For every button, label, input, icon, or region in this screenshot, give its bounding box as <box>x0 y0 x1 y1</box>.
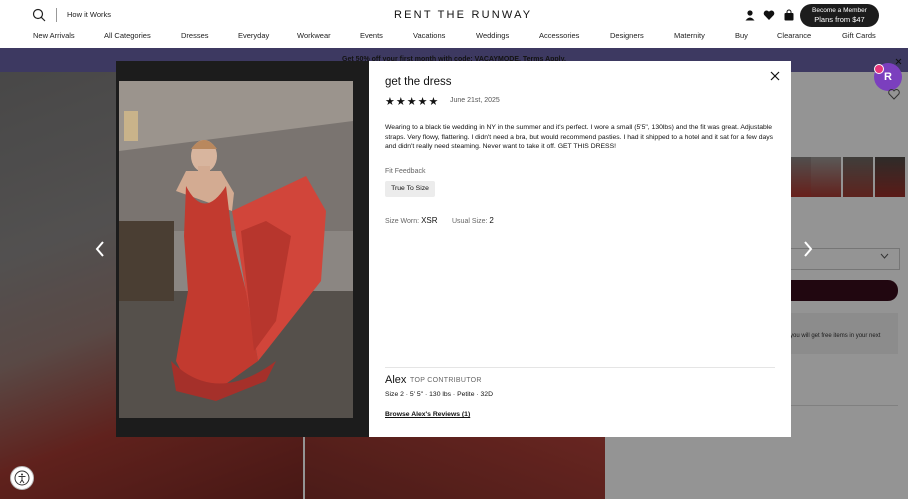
nav-maternity[interactable]: Maternity <box>674 31 705 40</box>
site-logo[interactable]: RENT THE RUNWAY <box>394 9 532 21</box>
nav-weddings[interactable]: Weddings <box>476 31 509 40</box>
review-title: get the dress <box>385 76 452 88</box>
fit-feedback-label: Fit Feedback <box>385 168 426 175</box>
browse-reviews-link[interactable]: Browse Alex's Reviews (1) <box>385 411 470 418</box>
search-icon[interactable] <box>32 8 46 22</box>
nav-vacations[interactable]: Vacations <box>413 31 445 40</box>
nav-everyday[interactable]: Everyday <box>238 31 269 40</box>
size-worn-value: XSR <box>421 216 438 225</box>
review-modal: get the dress ★★★★★ June 21st, 2025 Wear… <box>116 61 791 437</box>
nav-accessories[interactable]: Accessories <box>539 31 579 40</box>
usual-size-label: Usual Size: <box>452 218 488 225</box>
nav-all-categories[interactable]: All Categories <box>104 31 151 40</box>
review-panel: get the dress ★★★★★ June 21st, 2025 Wear… <box>369 61 791 437</box>
review-date: June 21st, 2025 <box>450 97 500 104</box>
nav-new-arrivals[interactable]: New Arrivals <box>33 31 75 40</box>
dismiss-icon[interactable] <box>895 58 902 65</box>
review-photo-image <box>116 61 369 437</box>
member-line1: Become a Member <box>812 7 867 14</box>
close-icon[interactable] <box>770 71 780 81</box>
usual-size-value: 2 <box>489 216 494 225</box>
nav-events[interactable]: Events <box>360 31 383 40</box>
contributor-badge: TOP CONTRIBUTOR <box>410 377 482 384</box>
review-body: Wearing to a black tie wedding in NY in … <box>385 124 774 150</box>
site-header: How it Works RENT THE RUNWAY Become a Me… <box>0 0 908 48</box>
fit-feedback-chip: True To Size <box>385 181 435 197</box>
nav-buy[interactable]: Buy <box>735 31 748 40</box>
member-line2: Plans from $47 <box>814 15 865 24</box>
heart-outline-icon[interactable] <box>888 88 900 100</box>
nav-clearance[interactable]: Clearance <box>777 31 811 40</box>
chevron-left-icon[interactable] <box>95 241 105 257</box>
header-divider <box>56 8 57 22</box>
size-worn-label: Size Worn: <box>385 218 420 225</box>
chevron-down-icon[interactable] <box>880 253 889 259</box>
usual-size: Usual Size: 2 <box>452 216 494 225</box>
user-icon[interactable] <box>744 9 756 21</box>
nav-gift-cards[interactable]: Gift Cards <box>842 31 876 40</box>
nav-workwear[interactable]: Workwear <box>297 31 331 40</box>
how-it-works-link[interactable]: How it Works <box>67 10 111 19</box>
reviewer-divider <box>385 367 775 368</box>
star-rating: ★★★★★ <box>385 96 440 108</box>
review-photo <box>116 61 369 437</box>
reviewer-stats: Size 2 · 5' 5" · 130 lbs · Petite · 32D <box>385 391 493 398</box>
accessibility-button[interactable] <box>10 466 34 490</box>
bag-icon[interactable] <box>783 9 795 21</box>
reviewer-name: Alex <box>385 374 407 386</box>
nav-designers[interactable]: Designers <box>610 31 644 40</box>
chevron-right-icon[interactable] <box>803 241 813 257</box>
notification-dot <box>874 64 884 74</box>
accessibility-icon <box>14 470 30 486</box>
become-member-button[interactable]: Become a Member Plans from $47 <box>800 4 879 27</box>
nav-dresses[interactable]: Dresses <box>181 31 209 40</box>
main-nav: New Arrivals All Categories Dresses Ever… <box>0 31 908 43</box>
heart-icon[interactable] <box>763 9 775 21</box>
size-worn: Size Worn: XSR <box>385 216 438 225</box>
